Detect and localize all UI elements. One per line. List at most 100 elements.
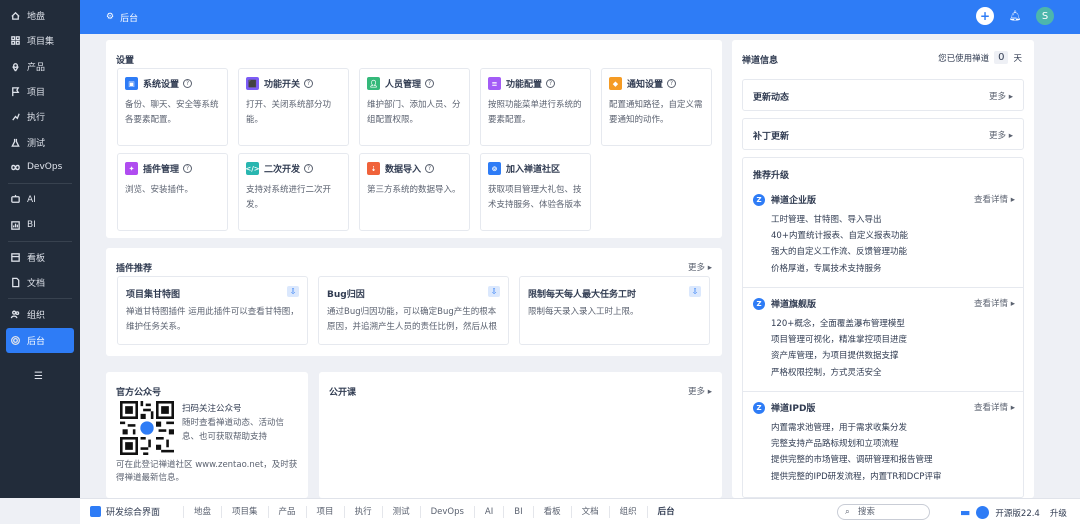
sidebar-item-9[interactable]: 看板 (0, 245, 80, 270)
help-icon[interactable]: ? (183, 164, 193, 173)
zentao-logo-icon: Z (753, 297, 765, 310)
patches-more-link[interactable]: 更多 ▸ (989, 129, 1013, 141)
settings-card[interactable]: ≡ 功能配置? 按照功能菜单进行系统的要素配置。 (480, 68, 591, 146)
search-input[interactable]: ⌕ 搜索 (837, 504, 930, 520)
sidebar-divider (8, 183, 72, 185)
settings-card-desc: 浏览、安装插件。 (125, 185, 194, 195)
bell-icon[interactable]: 🔔︎ (1006, 7, 1024, 25)
help-icon[interactable]: ? (304, 164, 314, 173)
bottom-nav-item[interactable]: 组织 (608, 505, 647, 518)
download-icon[interactable]: ⇩ (287, 286, 299, 297)
help-icon[interactable]: ? (183, 79, 193, 88)
settings-card[interactable]: ⬛ 功能开关? 打开、关闭系统部分功能。 (238, 68, 349, 146)
help-icon[interactable]: ? (425, 79, 435, 88)
sidebar-item-4[interactable]: 执行 (0, 104, 80, 129)
edition-feature: 严格权限控制，方式灵活安全 (771, 367, 882, 378)
usage-days: 0 (994, 51, 1009, 64)
bottom-home-button[interactable]: 研发综合界面 (80, 505, 183, 518)
bottom-nav-item[interactable]: AI (473, 505, 503, 518)
edition-details-link[interactable]: 查看详情 ▸ (974, 401, 1015, 413)
settings-card[interactable]: 👤︎ 人员管理? 维护部门、添加人员、分组配置权限。 (359, 68, 470, 146)
bottom-nav-item[interactable]: BI (503, 505, 532, 518)
zentao-logo-icon: Z (753, 193, 765, 206)
help-icon[interactable]: ? (546, 79, 556, 88)
bottom-nav-item[interactable]: 项目 (305, 505, 344, 518)
upgrade-button[interactable]: 升级 (1050, 507, 1067, 519)
sidebar-item-11[interactable]: 组织 (0, 302, 80, 327)
download-icon[interactable]: ⇩ (488, 286, 500, 297)
search-icon: ⌕ (845, 507, 850, 517)
plugin-name: 项目集甘特图 (126, 290, 181, 300)
version-label[interactable]: 开源版22.4 (995, 507, 1039, 519)
settings-card-header: ⇣ 数据导入? (367, 162, 435, 175)
sidebar-item-5[interactable]: 测试 (0, 129, 80, 154)
settings-card-icon: ✦ (125, 162, 138, 175)
sidebar-item-label: 项目 (27, 88, 46, 99)
settings-card[interactable]: ⊚ 加入禅道社区 获取项目管理大礼包、技术支持服务、体验各版本 (480, 153, 591, 231)
updates-more-label: 更多 (989, 92, 1007, 102)
bottom-nav-item[interactable]: 产品 (267, 505, 306, 518)
edition-details-label: 查看详情 (974, 195, 1009, 205)
plugins-panel: 插件推荐 更多 ▸ 项目集甘特图 ⇩ 禅道甘特图插件 运用此插件可以查看甘特图，维护… (106, 248, 722, 356)
help-icon[interactable]: ? (304, 79, 314, 88)
bottom-nav-item[interactable]: 文档 (570, 505, 609, 518)
edition-header: Z 禅道旗舰版 (753, 297, 816, 310)
plugin-card[interactable]: 项目集甘特图 ⇩ 禅道甘特图插件 运用此插件可以查看甘特图，维护任务关系。 (117, 276, 308, 345)
settings-card-desc: 打开、关闭系统部分功能。 (246, 100, 332, 125)
location-icon (9, 60, 21, 72)
course-more-link[interactable]: 更多 ▸ (688, 385, 712, 397)
bottom-nav-item[interactable]: 后台 (646, 505, 685, 518)
settings-card[interactable]: </> 二次开发? 支持对系统进行二次开发。 (238, 153, 349, 231)
plugins-more-link[interactable]: 更多 ▸ (688, 261, 712, 273)
avatar[interactable]: S (1036, 7, 1054, 25)
bottom-nav-item[interactable]: 执行 (343, 505, 382, 518)
settings-card[interactable]: ⇣ 数据导入? 第三方系统的数据导入。 (359, 153, 470, 231)
usage-suffix: 天 (1013, 53, 1022, 64)
patches-title: 补丁更新 (753, 132, 790, 142)
bottom-nav-item[interactable]: 项目集 (221, 505, 268, 518)
settings-card[interactable]: ✦ 插件管理? 浏览、安装插件。 (117, 153, 228, 231)
patches-section: 补丁更新 更多 ▸ (742, 118, 1024, 150)
sidebar-item-8[interactable]: BI (0, 212, 80, 237)
sidebar-item-10[interactable]: 文档 (0, 270, 80, 295)
plugin-card[interactable]: 限制每天每人最大任务工时 ⇩ 限制每天录入录入工时上限。 (519, 276, 710, 345)
updates-more-link[interactable]: 更多 ▸ (989, 90, 1013, 102)
sidebar-item-2[interactable]: 产品 (0, 54, 80, 79)
help-icon[interactable]: ? (425, 164, 435, 173)
settings-card-header: ◆ 通知设置? (609, 77, 677, 90)
content-area: 设置 ▣ 系统设置? 备份、聊天、安全等系统各要素配置。 ⬛ 功能开关? 打开、关闭系统部… (80, 34, 1080, 498)
download-icon[interactable]: ⇩ (689, 286, 701, 297)
ai-icon (9, 194, 21, 206)
bottom-nav-item[interactable]: 看板 (532, 505, 571, 518)
sidebar-divider (8, 240, 72, 242)
sidebar-item-1[interactable]: 项目集 (0, 28, 80, 53)
chat-icon[interactable]: ▬ (960, 506, 970, 519)
sidebar-collapse-icon[interactable]: ☰ (34, 371, 43, 382)
add-button[interactable]: + (976, 7, 994, 25)
sidebar-item-7[interactable]: AI (0, 187, 80, 212)
plugin-card[interactable]: Bug归因 ⇩ 通过Bug归因功能，可以确定Bug产生的根本原因，并追溯产生人员的责… (318, 276, 509, 345)
edition-details-link[interactable]: 查看详情 ▸ (974, 297, 1015, 309)
sidebar-item-3[interactable]: 项目 (0, 79, 80, 104)
edition-feature: 提供完整的市场管理、调研管理和报告管理 (771, 455, 933, 466)
sidebar-item-label: 产品 (27, 62, 46, 73)
edition-name: 禅道企业版 (771, 196, 817, 206)
sidebar-item-label: 后台 (27, 336, 46, 347)
settings-card[interactable]: ◆ 通知设置? 配置通知路径，自定义需要通知的动作。 (601, 68, 712, 146)
wechat-line2: 随时查看禅道动态、活动信息、也可获取帮助支持 (182, 418, 285, 442)
bottom-nav-item[interactable]: 测试 (381, 505, 420, 518)
settings-card-header: ⊚ 加入禅道社区 (488, 162, 560, 175)
bottom-nav-item[interactable]: DevOps (419, 505, 474, 518)
sidebar-item-6[interactable]: DevOps (0, 155, 80, 180)
bottom-nav-item[interactable]: 地盘 (183, 505, 221, 518)
sidebar-item-label: 看板 (27, 253, 46, 264)
edition-details-link[interactable]: 查看详情 ▸ (974, 193, 1015, 205)
sidebar-item-12[interactable]: 后台 (6, 327, 74, 353)
settings-card-header: </> 二次开发? (245, 162, 314, 175)
help-icon[interactable]: ? (667, 79, 677, 88)
plugins-title: 插件推荐 (116, 264, 153, 274)
usage-info: 您已使用禅道 0 天 (938, 51, 1022, 64)
settings-card[interactable]: ▣ 系统设置? 备份、聊天、安全等系统各要素配置。 (117, 68, 228, 146)
edition-block: Z 禅道旗舰版 查看详情 ▸ 120+概念，全面覆盖瀑布管理模型 项目管理可视化，精准掌… (743, 297, 1025, 393)
sidebar-item-0[interactable]: 地盘 (0, 3, 80, 28)
